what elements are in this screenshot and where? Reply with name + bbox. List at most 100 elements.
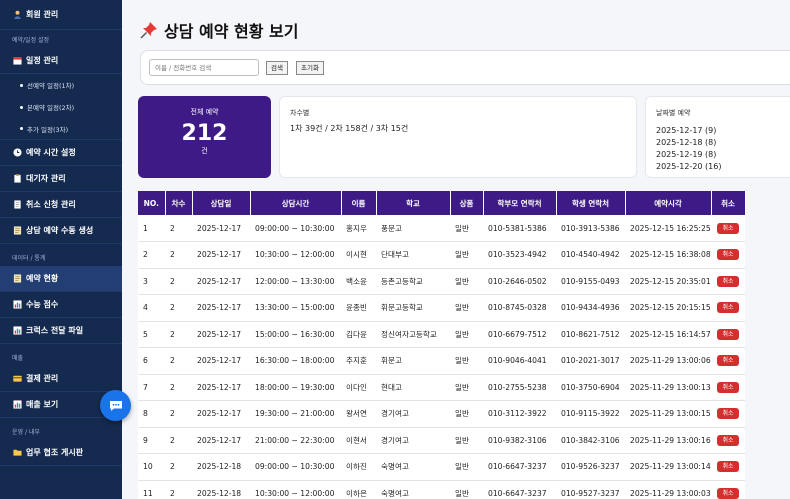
table-row[interactable]: 10 2 2025-12-18 09:00:00 ~ 10:30:00 이하진 숙명여고 일… [138, 453, 745, 481]
search-button[interactable]: 검색 [266, 61, 288, 75]
table-cell: 010-8621-7512 [556, 321, 625, 348]
sidebar-subitem-second[interactable]: 본예약 일정(2차) [0, 96, 122, 118]
sidebar-item-waiting[interactable]: 대기자 관리 [0, 166, 122, 192]
table-cell: 2025-12-15 20:35:01 [625, 268, 711, 295]
table-cell: 2 [165, 400, 192, 428]
calendar-icon [12, 56, 22, 66]
table-row[interactable]: 2 2 2025-12-17 10:30:00 ~ 12:00:00 이시현 단대부고 일반… [138, 241, 745, 269]
sidebar-item-file[interactable]: 크럭스 전달 파일 [0, 318, 122, 344]
sidebar-item-cancel[interactable]: 취소 신청 관리 [0, 192, 122, 218]
reset-button[interactable]: 초기화 [296, 61, 324, 75]
sidebar-item-score[interactable]: 수능 점수 [0, 292, 122, 318]
pushpin-icon [140, 21, 158, 39]
sidebar-item-time[interactable]: 예약 시간 설정 [0, 140, 122, 166]
reservation-table: NO. 차수 상담일 상담시간 이름 학교 상품 학부모 연락처 학생 연락처 예약시각 취소 12… [138, 191, 746, 499]
table-cell: 일반 [450, 400, 483, 428]
table-cell: 010-9115-3922 [556, 400, 625, 428]
date-item: 2025-12-19 (8) [656, 150, 717, 159]
table-cell: 휘문고등학교 [376, 294, 450, 322]
column-header: 예약시각 [625, 191, 712, 215]
table-cell: 취소 [711, 347, 745, 375]
table-row[interactable]: 8 2 2025-12-17 19:30:00 ~ 21:00:00 왕서연 경기여고 일반… [138, 400, 745, 428]
cancel-button[interactable]: 취소 [717, 355, 739, 367]
total-reservations-card: 전체 예약 212 건 [138, 96, 271, 178]
table-cell: 9 [138, 427, 165, 454]
sidebar-item-member[interactable]: 회원 관리 [0, 0, 122, 30]
table-cell: 일반 [450, 427, 483, 454]
table-cell: 010-9046-4041 [483, 347, 556, 375]
cancel-button[interactable]: 취소 [717, 381, 739, 393]
chat-button[interactable] [100, 390, 131, 421]
table-row[interactable]: 1 2 2025-12-17 09:00:00 ~ 10:30:00 홍지우 풍문고 일반 0… [138, 215, 745, 242]
search-input[interactable] [149, 59, 259, 76]
table-row[interactable]: 7 2 2025-12-17 18:00:00 ~ 19:30:00 이다인 현대고 일반 0… [138, 374, 745, 401]
cancel-button[interactable]: 취소 [717, 249, 739, 261]
bullet-icon [20, 83, 23, 87]
cancel-button[interactable]: 취소 [717, 302, 739, 314]
table-cell: 13:30:00 ~ 15:00:00 [250, 294, 341, 322]
table-row[interactable]: 6 2 2025-12-17 16:30:00 ~ 18:00:00 추지훈 휘문고 일반 0… [138, 347, 745, 375]
round-label: 차수별 [290, 109, 310, 117]
table-cell: 백소윤 [341, 268, 376, 295]
date-list[interactable]: 2025-12-17 (9) 2025-12-18 (8) 2025-12-19… [656, 125, 721, 171]
sidebar-item-schedule[interactable]: 일정 관리 [0, 48, 122, 74]
sidebar-item-label: 업무 협조 게시판 [26, 448, 84, 457]
table-row[interactable]: 9 2 2025-12-17 21:00:00 ~ 22:30:00 이현서 경기여고 일반… [138, 427, 745, 454]
bar-chart-icon [12, 400, 22, 410]
table-row[interactable]: 11 2 2025-12-18 10:30:00 ~ 12:00:00 이하은 숙명여고 일… [138, 480, 745, 499]
sidebar-subitem-third[interactable]: 추가 일정(3차) [0, 118, 122, 140]
table-cell: 경기여고 [376, 427, 450, 454]
table-cell: 이현서 [341, 427, 376, 454]
table-row[interactable]: 5 2 2025-12-17 15:00:00 ~ 16:30:00 김다윤 정신여자고등… [138, 321, 745, 348]
cancel-button[interactable]: 취소 [717, 434, 739, 446]
table-cell: 등촌고등학교 [376, 268, 450, 295]
table-row[interactable]: 4 2 2025-12-17 13:30:00 ~ 15:00:00 윤종빈 휘문고등학교… [138, 294, 745, 322]
table-cell: 12:00:00 ~ 13:30:00 [250, 268, 341, 295]
sidebar-section-label: 데이터 / 통계 [12, 255, 46, 262]
table-cell: 단대부고 [376, 241, 450, 269]
table-cell: 8 [138, 400, 165, 428]
column-header: NO. [138, 191, 166, 215]
cancel-button[interactable]: 취소 [717, 408, 739, 420]
table-cell: 21:00:00 ~ 22:30:00 [250, 427, 341, 454]
table-cell: 취소 [711, 427, 745, 454]
cancel-button[interactable]: 취소 [717, 222, 739, 234]
table-cell: 2 [165, 294, 192, 322]
sidebar-item-status[interactable]: 예약 현황 [0, 266, 122, 292]
sidebar-item-payment[interactable]: 결제 관리 [0, 366, 122, 392]
table-cell: 숙명여고 [376, 480, 450, 499]
table-cell: 010-9155-0493 [556, 268, 625, 295]
chat-icon [109, 400, 123, 412]
cancel-button[interactable]: 취소 [717, 328, 739, 340]
note-icon [12, 226, 22, 236]
table-cell: 2025-12-17 [192, 347, 250, 375]
bar-chart-icon [12, 300, 22, 310]
table-row[interactable]: 3 2 2025-12-17 12:00:00 ~ 13:30:00 백소윤 등촌고등학교… [138, 268, 745, 295]
page-title-text: 상담 예약 현황 보기 [164, 22, 299, 41]
sidebar-item-board[interactable]: 업무 협조 게시판 [0, 440, 122, 466]
table-header-row: NO. 차수 상담일 상담시간 이름 학교 상품 학부모 연락처 학생 연락처 예약시각 취소 [138, 191, 746, 215]
table-cell: 풍문고 [376, 215, 450, 242]
clock-icon [12, 148, 22, 158]
table-cell: 2 [165, 215, 192, 242]
cancel-button[interactable]: 취소 [717, 461, 739, 473]
cancel-button[interactable]: 취소 [717, 275, 739, 287]
sidebar-subitem-first[interactable]: 선예약 일정(1차) [0, 74, 122, 96]
sidebar-item-label: 취소 신청 관리 [26, 200, 76, 209]
sidebar-item-manual[interactable]: 상담 예약 수동 생성 [0, 218, 122, 244]
table-cell: 2025-12-17 [192, 215, 250, 242]
table-cell: 취소 [711, 374, 745, 401]
sidebar-item-label: 예약 현황 [26, 274, 59, 283]
cancel-button[interactable]: 취소 [717, 487, 739, 499]
sidebar: 회원 관리 예약/일정 설정 일정 관리 선예약 일정(1차) 본예약 일정(2… [0, 0, 122, 499]
bar-chart-icon [12, 326, 22, 336]
table-cell: 2025-12-18 [192, 453, 250, 481]
sidebar-item-label: 일정 관리 [26, 56, 59, 65]
table-cell: 2025-12-15 16:25:25 [625, 215, 711, 242]
table-cell: 일반 [450, 268, 483, 295]
round-value: 1차 39건 / 2차 158건 / 3차 15건 [290, 124, 409, 133]
table-cell: 09:00:00 ~ 10:30:00 [250, 453, 341, 481]
table-cell: 010-6647-3237 [483, 480, 556, 499]
table-cell: 2025-11-29 13:00:15 [625, 400, 711, 428]
table-cell: 010-9434-4936 [556, 294, 625, 322]
